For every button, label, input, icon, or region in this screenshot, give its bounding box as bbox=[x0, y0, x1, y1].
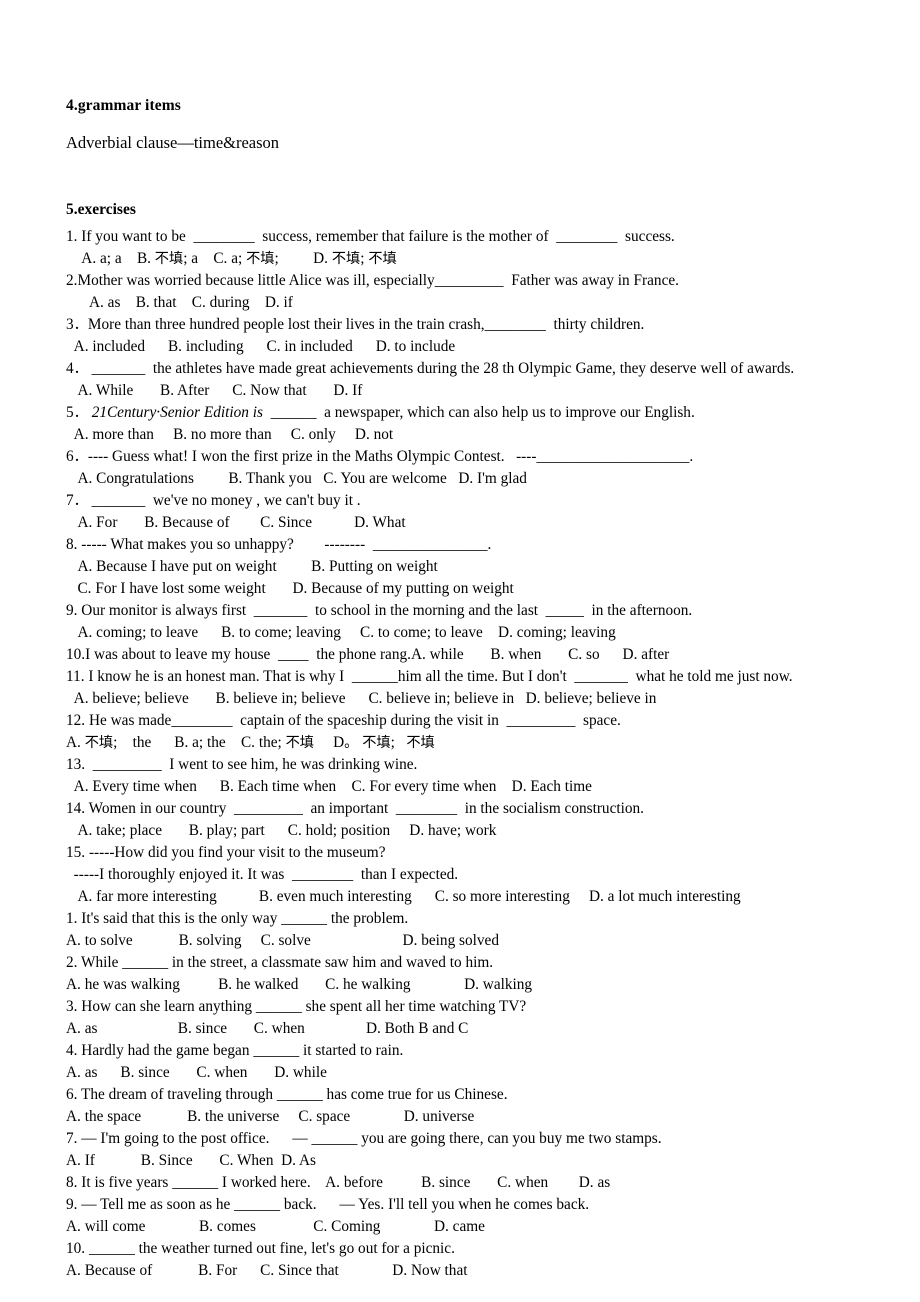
exercise-line: 8. ----- What makes you so unhappy? ----… bbox=[66, 536, 492, 553]
exercise-line: A. as B. since C. when D. Both B and C bbox=[66, 1020, 469, 1037]
cjk-text: 。 bbox=[344, 735, 359, 751]
exercise-line: A. the space B. the universe C. space D.… bbox=[66, 1108, 475, 1125]
cjk-text: 不填 bbox=[285, 735, 314, 751]
cjk-text: 不填 bbox=[331, 251, 361, 267]
exercise-line: -----I thoroughly enjoyed it. It was ___… bbox=[66, 866, 459, 883]
exercise-line: 6. The dream of traveling through ______… bbox=[66, 1086, 508, 1103]
cjk-text: 不填 bbox=[368, 251, 397, 267]
exercise-line: 3. How can she learn anything ______ she… bbox=[66, 998, 527, 1015]
exercise-line: A. Congratulations B. Thank you C. You a… bbox=[66, 470, 527, 487]
exercise-line: A. Because I have put on weight B. Putti… bbox=[66, 558, 438, 575]
cjk-text: 不填 bbox=[154, 251, 184, 267]
exercise-line: 4. Hardly had the game began ______ it s… bbox=[66, 1042, 404, 1059]
exercise-line: A. take; place B. play; part C. hold; po… bbox=[66, 822, 497, 839]
exercises-heading: 5.exercises bbox=[66, 201, 136, 218]
exercise-line: A. Every time when B. Each time when C. … bbox=[66, 778, 592, 795]
exercise-line: A. a; a B. 不填; a C. a; 不填; D. 不填; 不填 bbox=[66, 250, 397, 267]
exercise-line: 5． 21Century·Senior Edition is ______ a … bbox=[66, 404, 695, 421]
exercise-line: 9. — Tell me as soon as he ______ back. … bbox=[66, 1196, 590, 1213]
section-subheading: Adverbial clause—time&reason bbox=[66, 133, 280, 152]
exercise-line: 7. — I'm going to the post office. — ___… bbox=[66, 1130, 662, 1147]
exercise-line: 15. -----How did you find your visit to … bbox=[66, 844, 386, 861]
exercise-line: 11. I know he is an honest man. That is … bbox=[66, 668, 793, 685]
exercise-line: 1. It's said that this is the only way _… bbox=[66, 910, 409, 927]
cjk-text: ． bbox=[73, 317, 88, 333]
exercise-line: A. While B. After C. Now that D. If bbox=[66, 382, 363, 399]
exercise-line: 12. He was made________ captain of the s… bbox=[66, 712, 621, 729]
exercise-line: A. far more interesting B. even much int… bbox=[66, 888, 741, 905]
exercise-line: A. as B. since C. when D. while bbox=[66, 1064, 327, 1081]
exercise-line: 4． _______ the athletes have made great … bbox=[66, 360, 795, 377]
exercise-line: 2. While ______ in the street, a classma… bbox=[66, 954, 494, 971]
cjk-text: 不填 bbox=[362, 735, 391, 751]
cjk-text: 不填 bbox=[406, 735, 435, 751]
exercise-line: A. he was walking B. he walked C. he wal… bbox=[66, 976, 533, 993]
exercise-line: 3．More than three hundred people lost th… bbox=[66, 316, 645, 333]
exercise-line: A. included B. including C. in included … bbox=[66, 338, 456, 355]
section-heading: 4.grammar items bbox=[66, 97, 181, 114]
cjk-text: ． bbox=[73, 493, 88, 509]
exercise-line: 6．---- Guess what! I won the first prize… bbox=[66, 448, 694, 465]
document-page: 4.grammar items Adverbial clause—time&re… bbox=[0, 0, 920, 1302]
exercise-line: 8. It is five years ______ I worked here… bbox=[66, 1174, 611, 1191]
exercise-line: 2.Mother was worried because little Alic… bbox=[66, 272, 679, 289]
exercise-line: C. For I have lost some weight D. Becaus… bbox=[66, 580, 514, 597]
cjk-text: 不填 bbox=[84, 735, 114, 751]
exercise-line: A. 不填; the B. a; the C. the; 不填 D。 不填; 不… bbox=[66, 734, 435, 751]
exercise-line: A. coming; to leave B. to come; leaving … bbox=[66, 624, 616, 641]
exercise-line: A. as B. that C. during D. if bbox=[66, 294, 293, 311]
vertical-spacer bbox=[66, 154, 866, 200]
exercise-line: 10.I was about to leave my house ____ th… bbox=[66, 646, 670, 663]
cjk-text: ． bbox=[73, 405, 88, 421]
cjk-text: ． bbox=[73, 449, 88, 465]
exercise-line: 7． _______ we've no money , we can't buy… bbox=[66, 492, 361, 509]
exercise-line: A. Because of B. For C. Since that D. No… bbox=[66, 1262, 468, 1279]
exercise-line: A. believe; believe B. believe in; belie… bbox=[66, 690, 657, 707]
cjk-text: 不填 bbox=[246, 251, 275, 267]
exercise-line: A. If B. Since C. When D. As bbox=[66, 1152, 316, 1169]
exercise-line: 10. ______ the weather turned out fine, … bbox=[66, 1240, 455, 1257]
exercise-line: A. to solve B. solving C. solve D. being… bbox=[66, 932, 499, 949]
cjk-text: ． bbox=[73, 361, 88, 377]
document-body: 4.grammar items Adverbial clause—time&re… bbox=[66, 96, 866, 1282]
exercise-line: A. will come B. comes C. Coming D. came bbox=[66, 1218, 485, 1235]
exercise-line: 1. If you want to be ________ success, r… bbox=[66, 228, 675, 245]
exercise-lines: 1. If you want to be ________ success, r… bbox=[66, 226, 866, 1282]
exercise-line: 9. Our monitor is always first _______ t… bbox=[66, 602, 693, 619]
exercise-line: A. more than B. no more than C. only D. … bbox=[66, 426, 394, 443]
exercise-line: 13. _________ I went to see him, he was … bbox=[66, 756, 418, 773]
exercise-line: A. For B. Because of C. Since D. What bbox=[66, 514, 406, 531]
exercise-line: 14. Women in our country _________ an im… bbox=[66, 800, 644, 817]
